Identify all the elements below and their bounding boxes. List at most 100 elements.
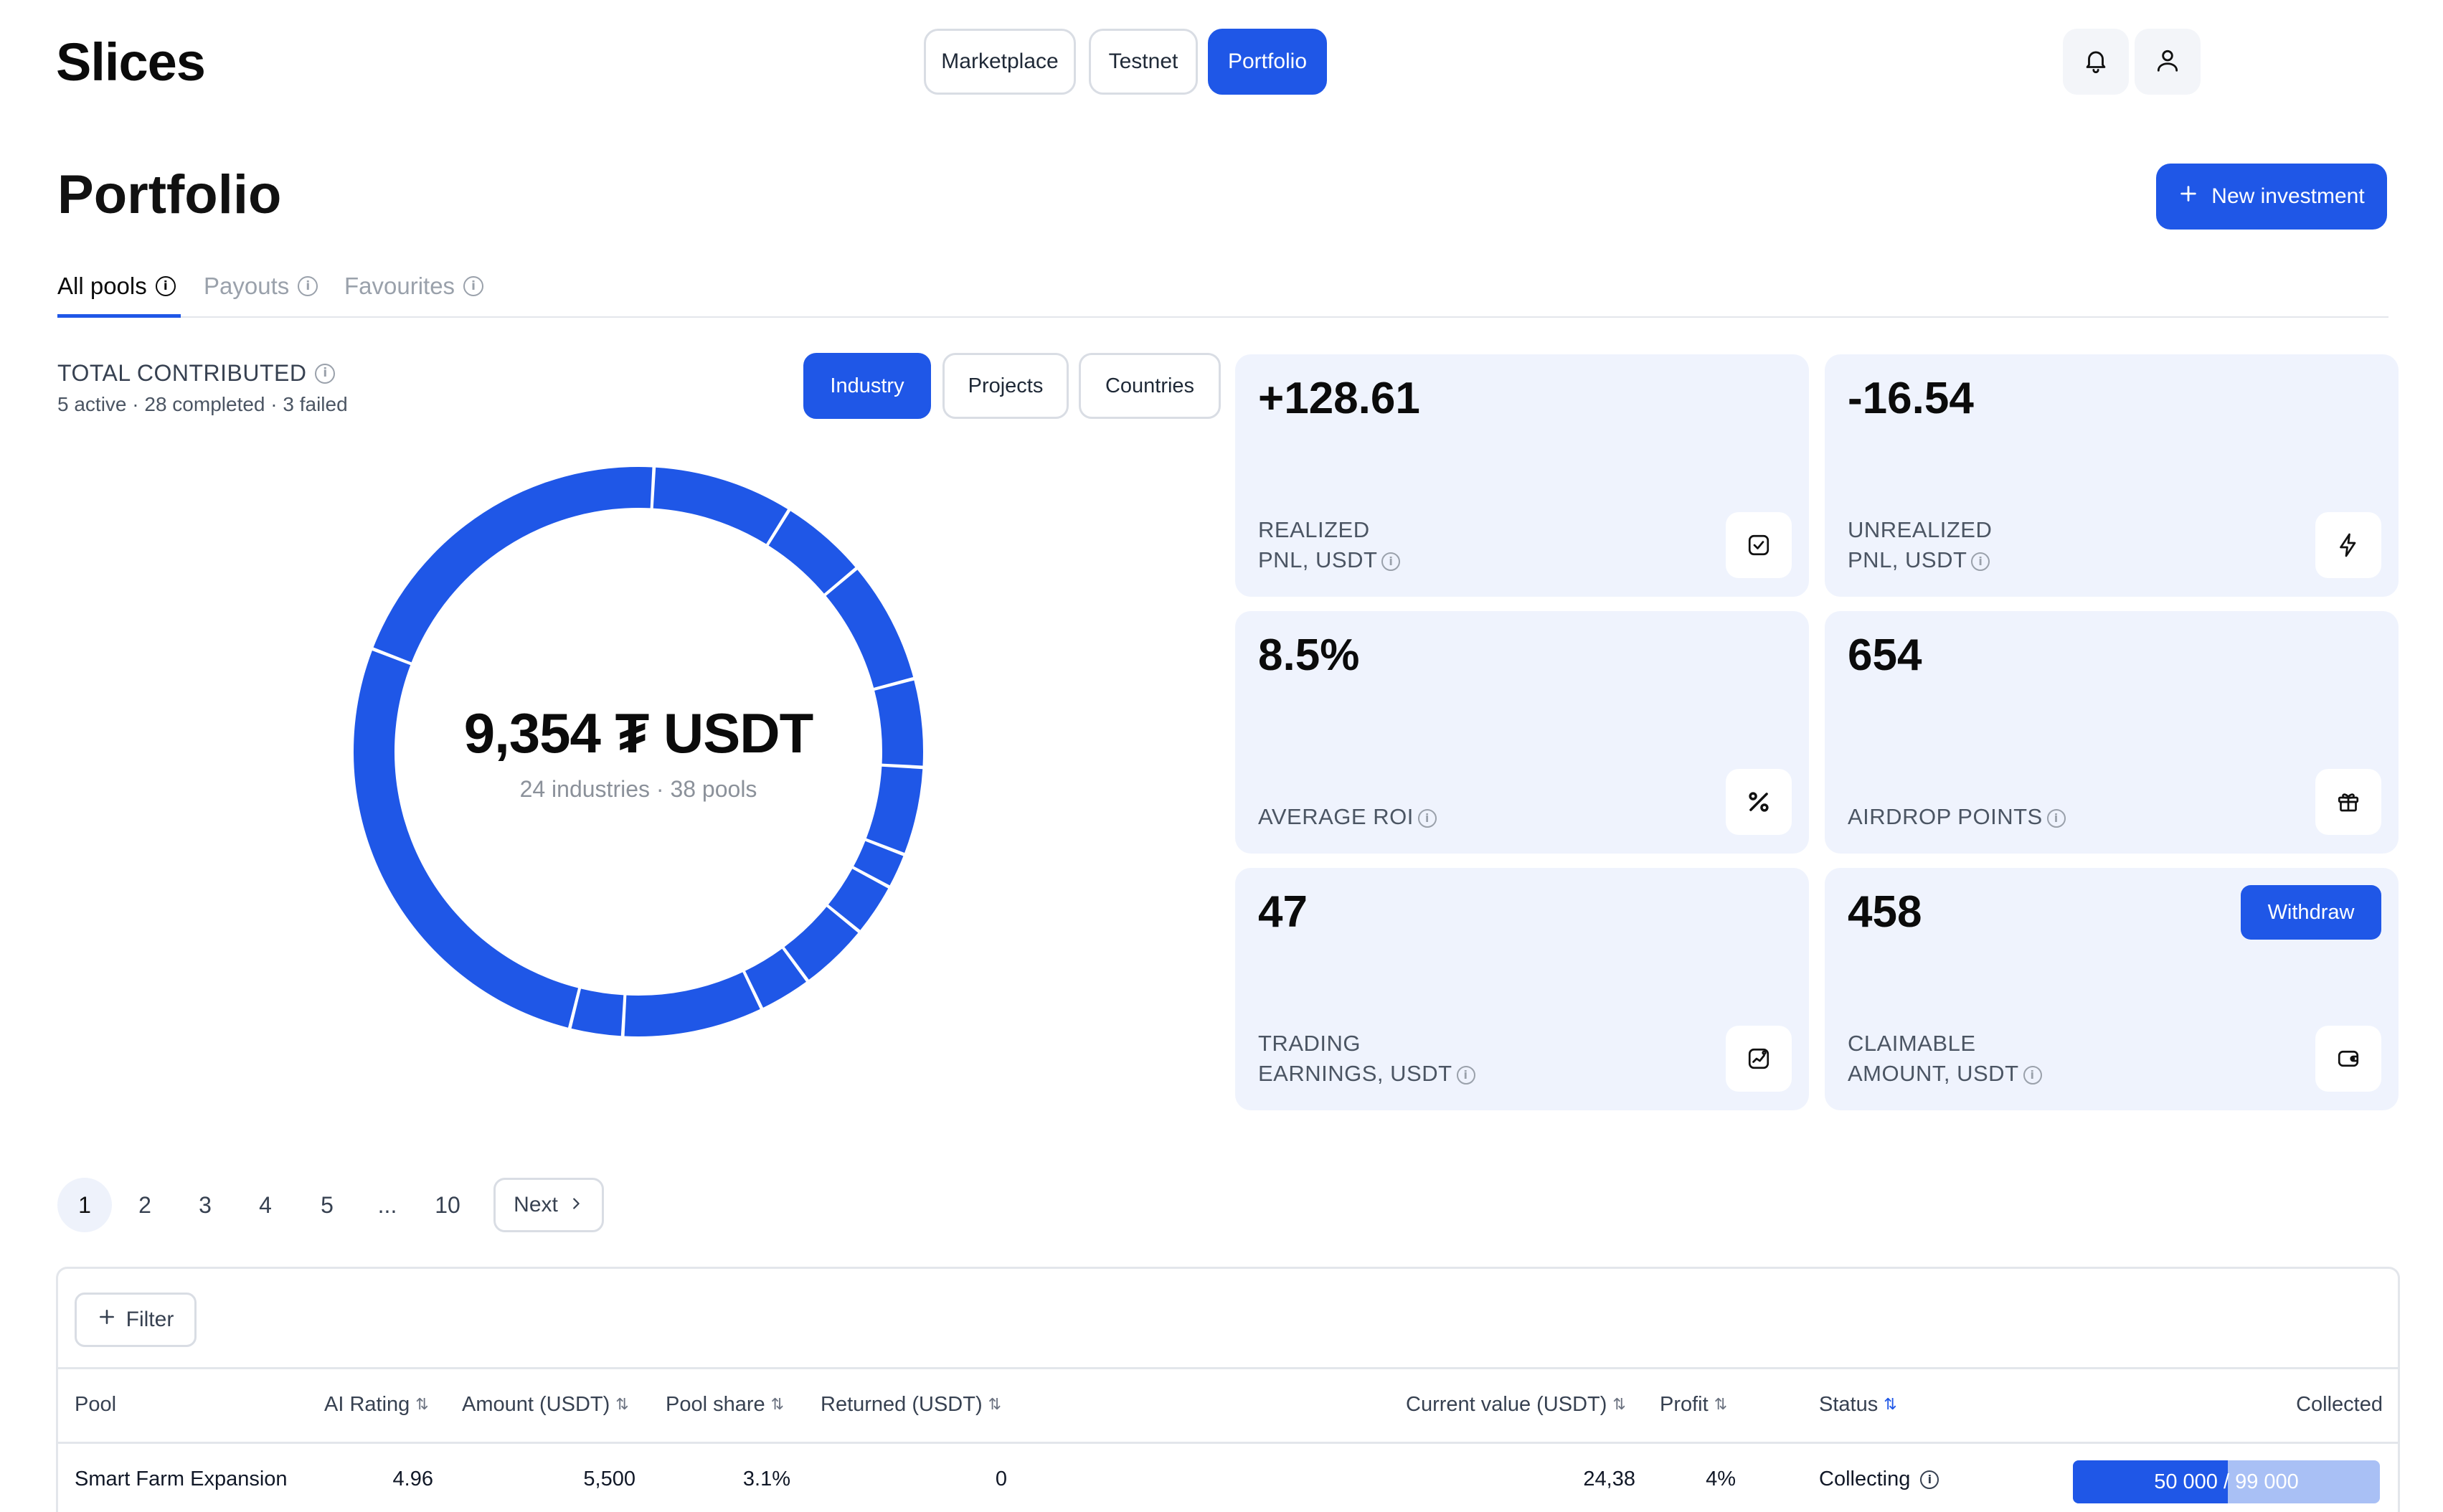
cell-pool[interactable]: Smart Farm Expansion [75, 1468, 288, 1491]
cell-amount: 5,500 [583, 1468, 635, 1490]
column-returned[interactable]: Returned (USDT) ⇅ [821, 1393, 1001, 1417]
card-value: +128.61 [1258, 374, 1420, 423]
column-label: Pool share [666, 1393, 765, 1416]
column-label: Profit [1660, 1393, 1709, 1416]
collected-progress-bar: 50 000 / 99 000 [2073, 1460, 2380, 1503]
plus-icon [2178, 184, 2198, 209]
sort-icon: ⇅ [988, 1396, 1002, 1414]
sort-icon: ⇅ [1884, 1396, 1897, 1414]
tab-favourites[interactable]: Favourites i [344, 273, 484, 300]
tab-payouts[interactable]: Payouts i [204, 273, 318, 300]
column-label: Returned (USDT) [821, 1393, 983, 1416]
trend-chart-icon [1726, 1026, 1792, 1092]
card-claimable-amount: 458 Withdraw CLAIMABLE AMOUNT, USDT i [1825, 868, 2399, 1110]
tab-all-pools[interactable]: All pools i [57, 273, 176, 300]
sort-icon: ⇅ [415, 1396, 429, 1414]
column-label: AI Rating [324, 1393, 410, 1416]
info-icon: i [463, 276, 484, 296]
column-current-value[interactable]: Current value (USDT) ⇅ [1406, 1393, 1626, 1417]
filter-button[interactable]: Filter [75, 1293, 197, 1347]
info-icon[interactable]: i [315, 363, 336, 384]
segment-projects[interactable]: Projects [942, 353, 1069, 419]
card-label-line: AVERAGE ROI [1258, 804, 1414, 829]
active-tab-indicator [57, 314, 181, 318]
percent-icon [1726, 769, 1792, 835]
collected-amount: 50 000 / 99 000 [2154, 1470, 2299, 1493]
total-contributed-text: TOTAL CONTRIBUTED [57, 360, 307, 386]
profile-button[interactable] [2135, 29, 2201, 95]
total-contributed-label: TOTAL CONTRIBUTED i [57, 360, 336, 387]
tabs-divider [57, 316, 2388, 318]
card-label-line: UNREALIZED [1848, 517, 1993, 542]
notifications-button[interactable] [2063, 29, 2129, 95]
page-1[interactable]: 1 [57, 1178, 112, 1232]
info-icon: i [155, 276, 176, 296]
column-pool-share[interactable]: Pool share ⇅ [666, 1393, 784, 1417]
column-status[interactable]: Status ⇅ [1819, 1393, 1897, 1417]
column-amount[interactable]: Amount (USDT) ⇅ [462, 1393, 629, 1417]
sort-icon: ⇅ [615, 1396, 629, 1414]
card-average-roi: 8.5% AVERAGE ROI i [1235, 611, 1809, 854]
info-icon[interactable]: i [1456, 1065, 1475, 1085]
card-value: 458 [1848, 887, 1922, 937]
card-value: 47 [1258, 887, 1308, 937]
card-value: -16.54 [1848, 374, 1974, 423]
next-label: Next [514, 1193, 558, 1216]
nav-testnet[interactable]: Testnet [1089, 29, 1198, 95]
column-label: Status [1819, 1393, 1879, 1416]
sort-icon: ⇅ [1714, 1396, 1728, 1414]
card-label-line: CLAIMABLE [1848, 1031, 1976, 1056]
page-10[interactable]: 10 [420, 1178, 475, 1232]
page-5[interactable]: 5 [300, 1178, 354, 1232]
segment-countries[interactable]: Countries [1079, 353, 1221, 419]
info-icon[interactable]: i [1381, 552, 1401, 571]
card-realized-pnl: +128.61 REALIZED PNL, USDT i [1235, 354, 1809, 597]
column-pool[interactable]: Pool [75, 1393, 116, 1417]
card-label-line: AIRDROP POINTS [1848, 804, 2043, 829]
tab-label: Payouts [204, 273, 290, 299]
withdraw-button[interactable]: Withdraw [2241, 885, 2381, 940]
app-logo[interactable]: Slices [56, 32, 206, 93]
card-label: REALIZED PNL, USDT i [1258, 515, 1401, 575]
next-page-button[interactable]: Next [493, 1178, 604, 1232]
nav-marketplace[interactable]: Marketplace [924, 29, 1076, 95]
info-icon[interactable]: i [1417, 808, 1437, 828]
info-icon[interactable]: i [2046, 808, 2066, 828]
card-label-line: TRADING [1258, 1031, 1361, 1056]
card-label: TRADING EARNINGS, USDT i [1258, 1029, 1475, 1089]
card-label-line: EARNINGS, USDT [1258, 1061, 1452, 1086]
column-ai-rating[interactable]: AI Rating ⇅ [324, 1393, 429, 1417]
page-title: Portfolio [57, 164, 282, 225]
page-4[interactable]: 4 [238, 1178, 293, 1232]
card-airdrop-points: 654 AIRDROP POINTS i [1825, 611, 2399, 854]
page-2[interactable]: 2 [118, 1178, 172, 1232]
card-label: CLAIMABLE AMOUNT, USDT i [1848, 1029, 2042, 1089]
segment-industry[interactable]: Industry [803, 353, 931, 419]
lightning-icon [2315, 512, 2381, 578]
info-icon[interactable]: i [1971, 552, 1990, 571]
card-label: AIRDROP POINTS i [1848, 802, 2066, 832]
column-label: Pool [75, 1393, 117, 1416]
card-label-line: AMOUNT, USDT [1848, 1061, 2019, 1086]
pool-status-summary: 5 active · 28 completed · 3 failed [57, 393, 348, 415]
page-3[interactable]: 3 [178, 1178, 232, 1232]
status-text: Collecting [1819, 1468, 1911, 1490]
tab-label: All pools [57, 273, 147, 299]
new-investment-button[interactable]: New investment [2156, 164, 2387, 230]
plus-icon [98, 1308, 116, 1332]
sort-icon: ⇅ [1612, 1396, 1626, 1414]
info-icon: i [298, 276, 318, 296]
nav-portfolio[interactable]: Portfolio [1208, 29, 1327, 95]
cell-pool-share: 3.1% [742, 1468, 790, 1490]
new-investment-label: New investment [2211, 184, 2365, 208]
column-label: Current value (USDT) [1406, 1393, 1607, 1416]
card-label-line: REALIZED [1258, 517, 1370, 542]
wallet-icon [2315, 1026, 2381, 1092]
info-icon[interactable]: i [1920, 1470, 1939, 1489]
card-label-line: PNL, USDT [1258, 547, 1378, 572]
info-icon[interactable]: i [2023, 1065, 2042, 1085]
cell-status: Collecting i [1819, 1468, 1939, 1491]
column-profit[interactable]: Profit ⇅ [1660, 1393, 1727, 1417]
filter-label: Filter [126, 1308, 174, 1331]
chevron-right-icon [568, 1193, 584, 1217]
